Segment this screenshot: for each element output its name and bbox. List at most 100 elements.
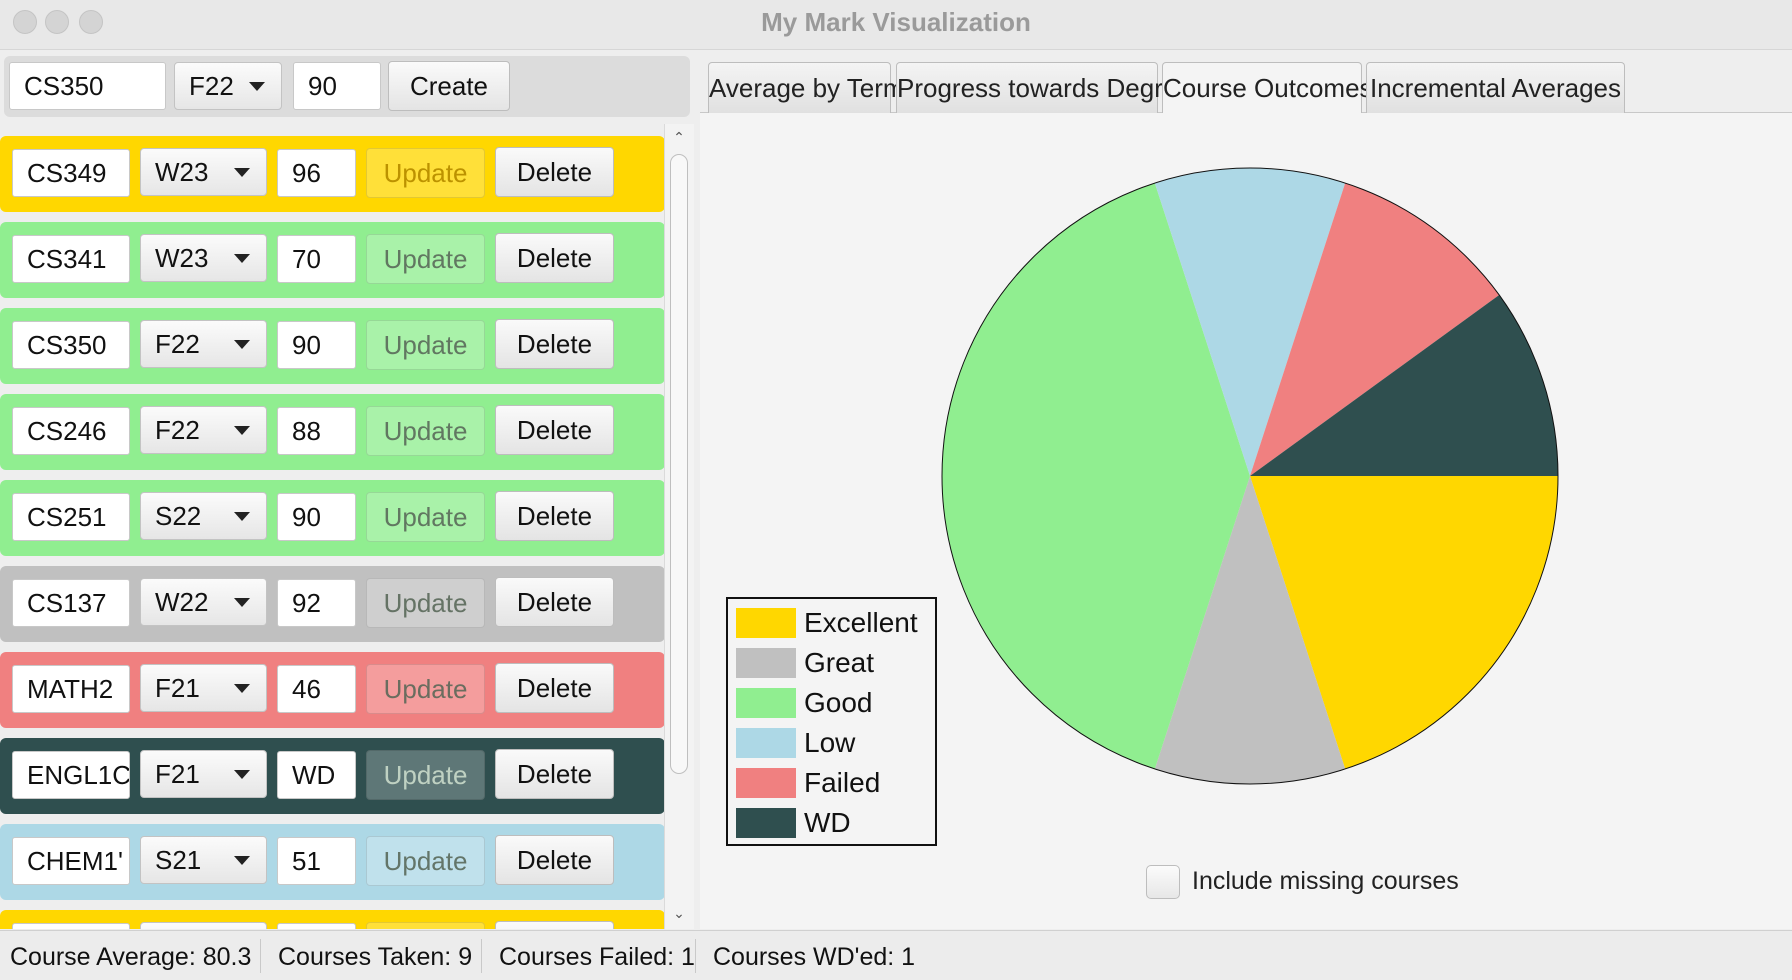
tab-incremental-averages[interactable]: Incremental Averages	[1366, 62, 1625, 114]
delete-button[interactable]: Delete	[495, 577, 614, 627]
update-button[interactable]: Update	[366, 836, 485, 886]
delete-button[interactable]: Delete	[495, 835, 614, 885]
term-value: W23	[155, 157, 209, 187]
course-list-scrollbar[interactable]: ⌃ ⌄	[664, 124, 694, 929]
term-select[interactable]: S22	[140, 492, 267, 540]
create-course-row: CS350 F22 90 Create	[4, 56, 690, 117]
course-code-input[interactable]: CS341	[12, 235, 130, 283]
mark-input[interactable]: 92	[277, 579, 356, 627]
mark-input[interactable]: 90	[277, 493, 356, 541]
term-value: F22	[155, 329, 200, 359]
course-code-input[interactable]: CS246	[12, 407, 130, 455]
delete-button[interactable]	[495, 921, 614, 929]
window-title: My Mark Visualization	[761, 7, 1031, 37]
mark-input[interactable]: 96	[277, 149, 356, 197]
course-row: ENGL1C F21 WD Update Delete	[0, 738, 665, 814]
course-row: MATH2 F21 46 Update Delete	[0, 652, 665, 728]
new-course-input[interactable]: CS350	[9, 62, 166, 110]
legend-swatch	[736, 608, 796, 638]
course-code-input[interactable]: ENGL1C	[12, 751, 130, 799]
legend-swatch	[736, 768, 796, 798]
course-outcomes-panel: Excellent Great Good Low Failed WD Include mi…	[700, 113, 1792, 929]
course-code-input[interactable]: CHEM1'	[12, 837, 130, 885]
delete-button[interactable]: Delete	[495, 233, 614, 283]
title-bar: My Mark Visualization	[0, 0, 1792, 50]
term-value: S22	[155, 501, 202, 531]
course-code-input[interactable]	[12, 923, 130, 929]
tab-course-outcomes[interactable]: Course Outcomes	[1162, 62, 1373, 115]
legend-label: WD	[804, 807, 851, 838]
chevron-down-icon	[234, 512, 250, 521]
term-select[interactable]: W23	[140, 234, 267, 282]
course-code-input[interactable]: CS349	[12, 149, 130, 197]
term-select[interactable]: W23	[140, 148, 267, 196]
new-mark-input[interactable]: 90	[293, 62, 381, 110]
delete-button[interactable]: Delete	[495, 491, 614, 541]
update-button[interactable]: Update	[366, 406, 485, 456]
mark-input[interactable]: 90	[277, 321, 356, 369]
update-button[interactable]: Update	[366, 234, 485, 284]
delete-button[interactable]: Delete	[495, 405, 614, 455]
include-missing-label: Include missing courses	[1192, 867, 1459, 895]
term-value: F22	[155, 415, 200, 445]
course-row: CS246 F22 88 Update Delete	[0, 394, 665, 470]
new-term-value: F22	[189, 71, 234, 101]
term-select[interactable]: S21	[140, 836, 267, 884]
status-bar: Course Average: 80.3 Courses Taken: 9 Co…	[0, 930, 1792, 980]
mark-input[interactable]: 70	[277, 235, 356, 283]
delete-button[interactable]: Delete	[495, 147, 614, 197]
course-code-input[interactable]: CS251	[12, 493, 130, 541]
chart-tabs: Average by Term Progress towards Degree …	[700, 56, 1792, 115]
chevron-down-icon	[234, 684, 250, 693]
term-value: F21	[155, 673, 200, 703]
new-term-select[interactable]: F22	[174, 62, 282, 110]
update-button[interactable]: Update	[366, 578, 485, 628]
legend-swatch	[736, 728, 796, 758]
mark-input[interactable]: WD	[277, 751, 356, 799]
chevron-down-icon	[249, 82, 265, 91]
scroll-thumb[interactable]	[670, 154, 688, 774]
update-button[interactable]: Update	[366, 148, 485, 198]
chevron-down-icon	[234, 856, 250, 865]
mark-input[interactable]: 46	[277, 665, 356, 713]
chart-legend: Excellent Great Good Low Failed WD	[726, 597, 937, 846]
term-select[interactable]: F22	[140, 406, 267, 454]
scroll-up-icon[interactable]: ⌃	[672, 130, 686, 144]
legend-swatch	[736, 648, 796, 678]
update-button[interactable]: Update	[366, 320, 485, 370]
course-code-input[interactable]: CS137	[12, 579, 130, 627]
term-select[interactable]: F21	[140, 750, 267, 798]
term-value: W22	[155, 587, 209, 617]
mark-input[interactable]	[277, 923, 356, 929]
tab-average-by-term[interactable]: Average by Term	[708, 62, 905, 114]
update-button[interactable]	[366, 922, 485, 929]
chevron-down-icon	[234, 598, 250, 607]
course-row: CS251 S22 90 Update Delete	[0, 480, 665, 556]
update-button[interactable]: Update	[366, 492, 485, 542]
delete-button[interactable]: Delete	[495, 749, 614, 799]
mark-input[interactable]: 88	[277, 407, 356, 455]
course-code-input[interactable]: MATH2	[12, 665, 130, 713]
course-row: CS137 W22 92 Update Delete	[0, 566, 665, 642]
app-window: My Mark Visualization CS350 F22 90 Creat…	[0, 0, 1792, 980]
scroll-down-icon[interactable]: ⌄	[672, 906, 686, 920]
term-select[interactable]	[140, 922, 267, 929]
include-missing-checkbox[interactable]	[1146, 865, 1180, 899]
create-button[interactable]: Create	[388, 61, 510, 111]
update-button[interactable]: Update	[366, 750, 485, 800]
status-courses-failed: Courses Failed: 1	[499, 943, 695, 971]
chevron-down-icon	[234, 340, 250, 349]
course-row: CS341 W23 70 Update Delete	[0, 222, 665, 298]
course-code-input[interactable]: CS350	[12, 321, 130, 369]
legend-label: Failed	[804, 767, 881, 798]
term-select[interactable]: F22	[140, 320, 267, 368]
delete-button[interactable]: Delete	[495, 319, 614, 369]
term-select[interactable]: F21	[140, 664, 267, 712]
legend-label: Good	[804, 687, 873, 718]
tab-progress-towards-degree[interactable]: Progress towards Degree	[896, 62, 1192, 114]
mark-input[interactable]: 51	[277, 837, 356, 885]
term-select[interactable]: W22	[140, 578, 267, 626]
delete-button[interactable]: Delete	[495, 663, 614, 713]
update-button[interactable]: Update	[366, 664, 485, 714]
status-courses-wd: Courses WD'ed: 1	[713, 943, 916, 971]
